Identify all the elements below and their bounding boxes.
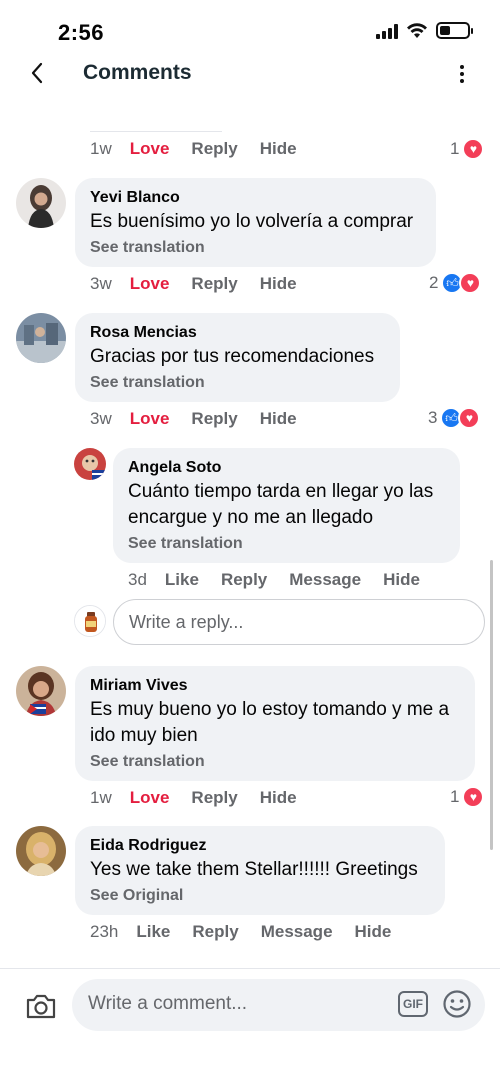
reaction-summary[interactable]: 2 👍︎ ♥: [429, 272, 482, 294]
header: Comments: [0, 52, 500, 96]
divider: [90, 131, 222, 132]
more-vertical-icon: [460, 65, 464, 69]
hide-action[interactable]: Hide: [260, 788, 297, 808]
avatar[interactable]: [16, 178, 66, 228]
camera-button[interactable]: [24, 989, 58, 1023]
reply-action[interactable]: Reply: [191, 409, 237, 429]
scrollbar[interactable]: [490, 560, 493, 850]
comment-input-placeholder: Write a comment...: [88, 993, 248, 1014]
hide-action[interactable]: Hide: [260, 139, 297, 159]
comment-time: 23h: [90, 922, 119, 941]
hide-action[interactable]: Hide: [260, 274, 297, 294]
reaction-count: 2: [429, 273, 439, 292]
reaction-summary[interactable]: 3 👍︎ ♥: [428, 407, 481, 429]
comment-actions: 3w Love Reply Hide: [90, 274, 319, 294]
love-action[interactable]: Love: [130, 139, 170, 159]
gif-button[interactable]: GIF: [398, 991, 428, 1017]
message-action[interactable]: Message: [289, 570, 361, 590]
commenter-name[interactable]: Miriam Vives: [90, 675, 460, 697]
wifi-icon: [407, 22, 427, 38]
battery-icon: [436, 22, 473, 39]
avatar[interactable]: [16, 826, 66, 876]
comment-bubble[interactable]: Rosa Mencias Gracias por tus recomendaci…: [75, 313, 400, 402]
avatar[interactable]: [74, 448, 106, 480]
message-action[interactable]: Message: [261, 922, 333, 942]
hide-action[interactable]: Hide: [355, 922, 392, 942]
comment-text: Gracias por tus recomendaciones: [90, 346, 375, 367]
avatar[interactable]: [16, 313, 66, 363]
comment-actions: 1w Love Reply Hide: [90, 139, 319, 159]
comment-text: Es buenísimo yo lo volvería a comprar: [90, 211, 414, 232]
commenter-name[interactable]: Eida Rodriguez: [90, 835, 430, 857]
comment-bubble[interactable]: Eida Rodriguez Yes we take them Stellar!…: [75, 826, 445, 915]
commenter-name[interactable]: Rosa Mencias: [90, 322, 385, 344]
comment-input[interactable]: Write a comment... GIF: [72, 979, 485, 1031]
comment-actions: 3w Love Reply Hide: [90, 409, 319, 429]
reaction-count: 1: [450, 787, 460, 806]
page-avatar: [74, 605, 106, 637]
comment-actions: 23h Like Reply Message Hide: [90, 922, 413, 942]
commenter-name[interactable]: Angela Soto: [128, 457, 445, 479]
comment-time: 1w: [90, 139, 112, 158]
comment-time: 3w: [90, 274, 112, 293]
reaction-count: 1: [450, 139, 460, 158]
reaction-summary[interactable]: 1 ♥: [450, 786, 485, 808]
more-options-button[interactable]: [450, 60, 474, 88]
comment-time: 1w: [90, 788, 112, 807]
comment-time: 3d: [128, 570, 147, 589]
status-time: 2:56: [58, 20, 105, 45]
love-action[interactable]: Love: [130, 274, 170, 294]
hide-action[interactable]: Hide: [383, 570, 420, 590]
camera-icon: [26, 994, 56, 1019]
reply-input[interactable]: Write a reply...: [113, 599, 485, 645]
emoji-button[interactable]: [442, 989, 472, 1019]
reaction-summary[interactable]: 1 ♥: [450, 138, 485, 160]
heart-icon: ♥: [459, 272, 482, 294]
comments-list[interactable]: 1w Love Reply Hide 1 ♥ Yevi Blanco Es bu…: [0, 96, 500, 968]
heart-icon: ♥: [462, 138, 485, 160]
heart-icon: ♥: [458, 407, 481, 429]
see-translation-link[interactable]: See translation: [128, 532, 445, 556]
reply-action[interactable]: Reply: [221, 570, 267, 590]
comment-composer: Write a comment... GIF: [0, 968, 500, 1082]
like-action[interactable]: Like: [165, 570, 199, 590]
comment-actions: 1w Love Reply Hide: [90, 788, 319, 808]
comment-time: 3w: [90, 409, 112, 428]
reply-action[interactable]: Reply: [191, 788, 237, 808]
comment-text: Cuánto tiempo tarda en llegar yo las enc…: [128, 481, 434, 528]
reaction-count: 3: [428, 408, 438, 427]
see-translation-link[interactable]: See translation: [90, 750, 460, 774]
like-action[interactable]: Like: [136, 922, 170, 942]
avatar[interactable]: [16, 666, 66, 716]
reply-actions: 3d Like Reply Message Hide: [128, 570, 442, 590]
gif-icon: GIF: [403, 997, 423, 1011]
reply-action[interactable]: Reply: [191, 139, 237, 159]
see-translation-link[interactable]: See translation: [90, 236, 421, 260]
reply-action[interactable]: Reply: [191, 274, 237, 294]
heart-icon: ♥: [462, 786, 485, 808]
page-title: Comments: [83, 61, 192, 84]
status-icons: [376, 22, 473, 39]
back-button[interactable]: [22, 58, 52, 88]
commenter-name[interactable]: Yevi Blanco: [90, 187, 421, 209]
comment-text: Yes we take them Stellar!!!!!! Greetings: [90, 859, 418, 880]
comment-text: Es muy bueno yo lo estoy tomando y me a …: [90, 699, 450, 746]
status-bar: 2:56: [0, 0, 500, 60]
comment-bubble[interactable]: Yevi Blanco Es buenísimo yo lo volvería …: [75, 178, 436, 267]
emoji-icon: [443, 990, 471, 1018]
reply-bubble[interactable]: Angela Soto Cuánto tiempo tarda en llega…: [113, 448, 460, 563]
reply-input-placeholder: Write a reply...: [129, 611, 244, 632]
love-action[interactable]: Love: [130, 788, 170, 808]
reply-action[interactable]: Reply: [192, 922, 238, 942]
chevron-left-icon: [31, 62, 43, 84]
love-action[interactable]: Love: [130, 409, 170, 429]
signal-icon: [376, 23, 398, 39]
comment-bubble[interactable]: Miriam Vives Es muy bueno yo lo estoy to…: [75, 666, 475, 781]
hide-action[interactable]: Hide: [260, 409, 297, 429]
see-translation-link[interactable]: See translation: [90, 371, 385, 395]
see-original-link[interactable]: See Original: [90, 884, 430, 908]
